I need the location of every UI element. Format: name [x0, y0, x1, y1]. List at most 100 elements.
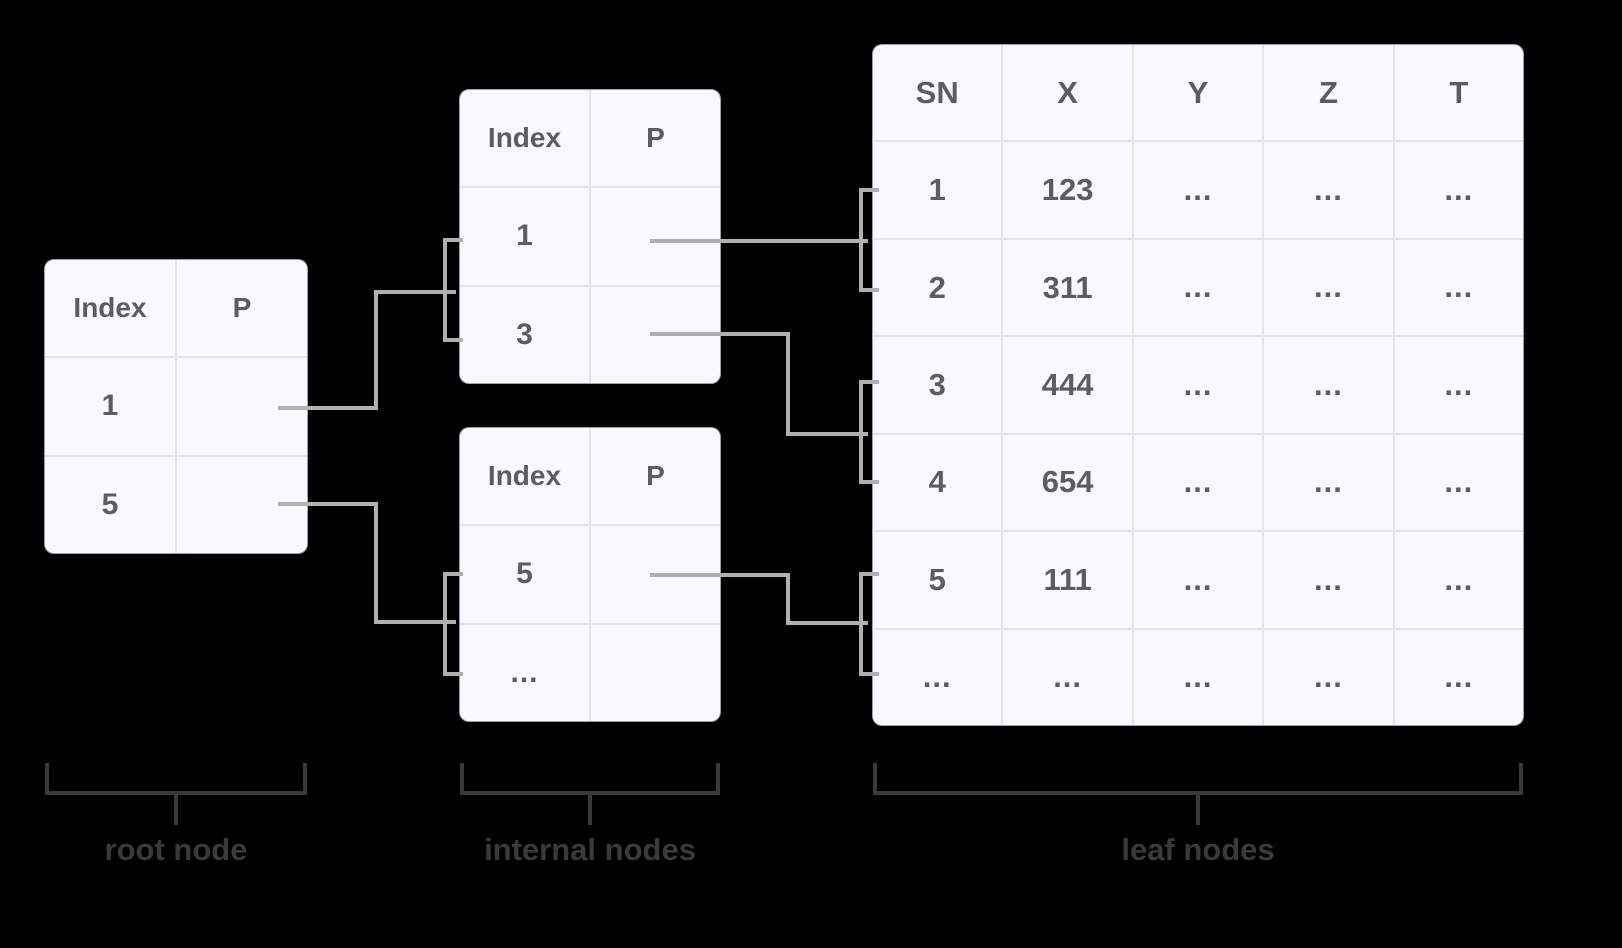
connector-internal-0-1-lead — [786, 432, 868, 436]
leaf-node-header-y: Y — [1131, 45, 1262, 141]
brace-root-node-stem — [174, 793, 178, 825]
brace-root-node-label: root node — [104, 832, 248, 867]
root-node-header-row: Index P — [45, 260, 307, 357]
bracket-leaf-b-spine — [859, 380, 863, 484]
table-row: 4 654 ... ... ... — [873, 432, 1523, 531]
internal-node-0-pointer-0 — [589, 188, 720, 285]
leaf-cell-2-1: 444 — [1001, 337, 1131, 433]
leaf-node-header-z: Z — [1262, 45, 1392, 141]
brace-internal-nodes — [460, 763, 720, 795]
internal-node-0-header-row: Index P — [460, 90, 720, 187]
brace-root-node — [45, 763, 307, 795]
root-node-row-0: 1 — [45, 356, 307, 455]
connector-root-1-riser — [374, 502, 378, 624]
leaf-node-header-sn: SN — [915, 74, 959, 110]
brace-leaf-nodes-label: leaf nodes — [1121, 832, 1275, 867]
leaf-cell-4-1: 111 — [1001, 532, 1131, 628]
bracket-leaf-c-spine — [859, 572, 863, 676]
leaf-cell-1-2: ... — [1131, 239, 1262, 336]
leaf-cell-5-0: ... — [922, 658, 952, 694]
leaf-cell-2-3: ... — [1262, 337, 1392, 433]
internal-node-1-header-pointer: P — [589, 428, 720, 525]
leaf-cell-0-4: ... — [1392, 142, 1523, 238]
leaf-cell-4-3: ... — [1262, 532, 1392, 628]
bracket-leaf-b-top-arm — [859, 380, 879, 384]
leaf-cell-2-4: ... — [1392, 337, 1523, 433]
connector-root-1-stub — [278, 502, 376, 506]
leaf-cell-1-3: ... — [1262, 239, 1392, 336]
brace-internal-nodes-label: internal nodes — [484, 832, 696, 867]
leaf-cell-1-1: 311 — [1001, 239, 1131, 336]
connector-root-0-riser — [374, 290, 378, 410]
table-row: 1 123 ... ... ... — [873, 140, 1523, 238]
connector-internal-1-0-lead — [786, 621, 868, 625]
internal-node-1-header-row: Index P — [460, 428, 720, 525]
table-row: ... ... ... ... ... — [873, 627, 1523, 725]
bracket-internal-1-top-arm — [443, 572, 463, 576]
internal-node-1-pointer-1 — [589, 624, 720, 721]
bracket-leaf-c-top-arm — [859, 572, 879, 576]
bracket-leaf-c-bottom-arm — [859, 672, 879, 676]
leaf-node-table: SN X Y Z T 1 123 ... ... ... 2 311 ... .… — [873, 45, 1523, 725]
internal-node-1-index-0: 5 — [516, 557, 533, 591]
internal-node-0-header-pointer: P — [589, 90, 720, 187]
internal-node-1-row-1: ... — [460, 622, 720, 721]
leaf-cell-0-0: 1 — [928, 172, 946, 208]
internal-node-0-index-0: 1 — [516, 219, 533, 253]
internal-node-1-header-index: Index — [487, 460, 562, 492]
diagram-canvas: Index P 1 5 Index P 1 3 Index P 5 ... SN… — [0, 0, 1622, 948]
connector-root-0-stub — [278, 406, 376, 410]
connector-internal-0-1-riser — [786, 332, 790, 436]
bracket-internal-1-spine — [443, 572, 447, 676]
leaf-cell-4-2: ... — [1131, 532, 1262, 628]
root-node-index-0: 1 — [101, 389, 119, 423]
bracket-internal-0-top-arm — [443, 238, 463, 242]
leaf-cell-5-2: ... — [1131, 629, 1262, 725]
leaf-cell-3-3: ... — [1262, 434, 1392, 531]
leaf-cell-5-1: ... — [1001, 629, 1131, 725]
root-node-header-index: Index — [73, 292, 147, 324]
internal-node-1-index-1: ... — [510, 655, 539, 689]
internal-node-0-header-index: Index — [487, 122, 562, 154]
root-node-header-pointer: P — [175, 260, 307, 357]
leaf-cell-3-0: 4 — [928, 464, 946, 500]
leaf-cell-3-4: ... — [1392, 434, 1523, 531]
bracket-leaf-b-bottom-arm — [859, 480, 879, 484]
leaf-cell-5-4: ... — [1392, 629, 1523, 725]
leaf-node-header-row: SN X Y Z T — [873, 45, 1523, 141]
bracket-internal-0-bottom-arm — [443, 338, 463, 342]
leaf-cell-1-0: 2 — [928, 269, 946, 305]
brace-internal-nodes-stem — [588, 793, 592, 825]
leaf-cell-3-1: 654 — [1001, 434, 1131, 531]
internal-node-table-0: Index P 1 3 — [460, 90, 720, 383]
leaf-cell-3-2: ... — [1131, 434, 1262, 531]
leaf-cell-0-1: 123 — [1001, 142, 1131, 238]
table-row: 2 311 ... ... ... — [873, 237, 1523, 336]
bracket-leaf-a-spine — [859, 188, 863, 292]
bracket-internal-1-bottom-arm — [443, 672, 463, 676]
leaf-node-header-x: X — [1001, 45, 1131, 141]
leaf-cell-0-2: ... — [1131, 142, 1262, 238]
connector-internal-1-0-riser — [786, 573, 790, 625]
leaf-cell-4-0: 5 — [928, 561, 946, 597]
table-row: 3 444 ... ... ... — [873, 335, 1523, 433]
root-node-index-1: 5 — [101, 487, 119, 521]
root-node-row-1: 5 — [45, 454, 307, 553]
bracket-leaf-a-top-arm — [859, 188, 879, 192]
connector-internal-0-1-stub — [650, 332, 790, 336]
connector-internal-1-0-stub — [650, 573, 790, 577]
brace-leaf-nodes — [873, 763, 1523, 795]
bracket-leaf-a-bottom-arm — [859, 288, 879, 292]
leaf-cell-5-3: ... — [1262, 629, 1392, 725]
internal-node-0-row-0: 1 — [460, 186, 720, 285]
leaf-cell-1-4: ... — [1392, 239, 1523, 336]
leaf-cell-4-4: ... — [1392, 532, 1523, 628]
connector-internal-0-0-lead — [650, 239, 868, 243]
leaf-node-header-t: T — [1392, 45, 1523, 141]
brace-leaf-nodes-stem — [1196, 793, 1200, 825]
leaf-cell-2-2: ... — [1131, 337, 1262, 433]
internal-node-0-index-1: 3 — [516, 317, 533, 351]
leaf-cell-0-3: ... — [1262, 142, 1392, 238]
bracket-internal-0-spine — [443, 238, 447, 342]
leaf-cell-2-0: 3 — [928, 366, 946, 402]
